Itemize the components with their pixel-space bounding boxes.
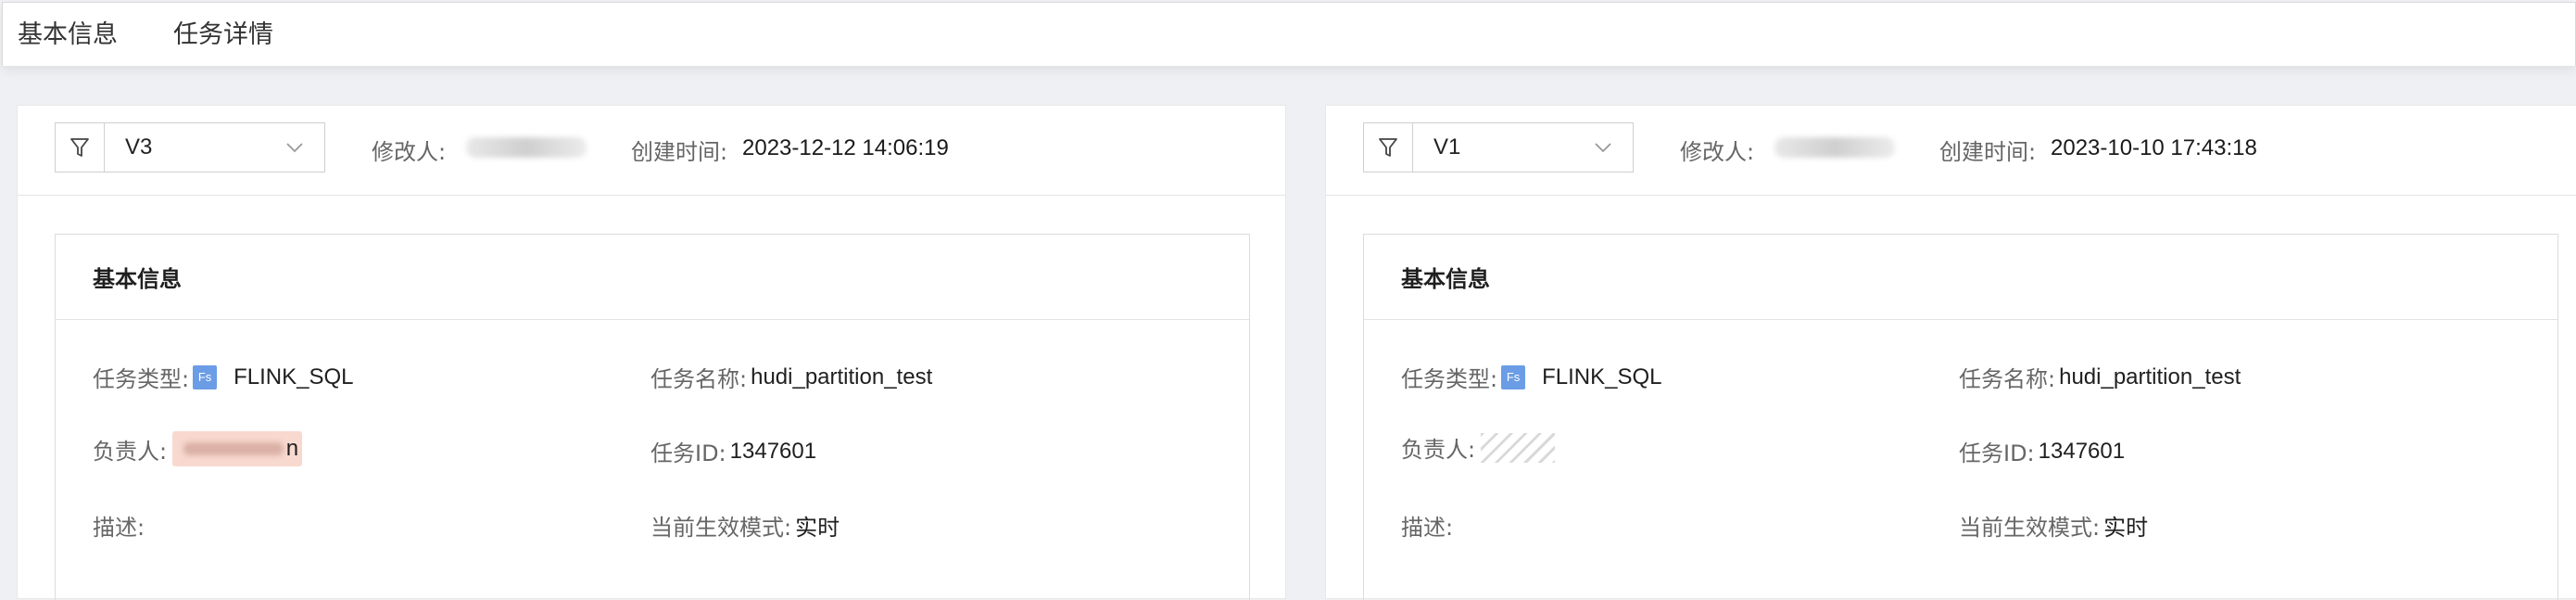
version-value: V1 bbox=[1433, 134, 1461, 160]
description-label: 描述: bbox=[93, 515, 145, 541]
task-name-field: 任务名称: hudi_partition_test bbox=[650, 361, 932, 393]
tab-task-details[interactable]: 任务详情 bbox=[173, 14, 273, 50]
description-label: 描述: bbox=[1401, 515, 1454, 541]
task-id-value: 1347601 bbox=[729, 438, 817, 464]
owner-tail: n bbox=[285, 436, 299, 461]
owner-field: 负责人: bbox=[1401, 431, 1556, 464]
section-title: 基本信息 bbox=[56, 235, 1249, 320]
description-field: 描述: bbox=[93, 509, 145, 542]
task-name-label: 任务名称: bbox=[650, 366, 748, 392]
filter-icon[interactable] bbox=[1364, 123, 1413, 172]
version-value: V3 bbox=[125, 134, 153, 160]
top-tab-bar: 基本信息 任务详情 bbox=[2, 2, 2576, 66]
owner-field: 负责人: n bbox=[93, 431, 303, 466]
created-time-value: 2023-12-12 14:06:19 bbox=[742, 135, 949, 160]
task-type-field: 任务类型: Fs FLINK_SQL bbox=[93, 361, 353, 393]
task-type-value: FLINK_SQL bbox=[234, 364, 354, 389]
mode-label: 当前生效模式: bbox=[650, 515, 792, 541]
created-time-label: 创建时间: bbox=[631, 139, 728, 165]
flink-sql-icon: Fs bbox=[1501, 364, 1526, 389]
task-id-label: 任务ID: bbox=[1959, 440, 2035, 466]
version-panel-right: V1 修改人: 创建时间: 2023-10-10 17:43:18 基本信息 任… bbox=[1325, 105, 2576, 600]
task-id-value: 1347601 bbox=[2038, 438, 2126, 464]
created-time-label: 创建时间: bbox=[1939, 139, 2037, 165]
basic-info-card: 基本信息 任务类型: Fs FLINK_SQL 任务名称: hudi_parti… bbox=[1363, 234, 2558, 600]
task-id-label: 任务ID: bbox=[650, 440, 726, 466]
task-type-label: 任务类型: bbox=[93, 366, 190, 392]
mode-value: 实时 bbox=[2103, 516, 2149, 541]
mode-label: 当前生效模式: bbox=[1959, 515, 2101, 541]
task-name-label: 任务名称: bbox=[1959, 366, 2056, 392]
task-id-field: 任务ID: 1347601 bbox=[1959, 435, 2125, 467]
section-title: 基本信息 bbox=[1364, 235, 2557, 320]
modifier-redacted bbox=[466, 137, 587, 158]
mode-field: 当前生效模式: 实时 bbox=[650, 509, 840, 542]
task-name-value: hudi_partition_test bbox=[751, 364, 933, 389]
created-time-value: 2023-10-10 17:43:18 bbox=[2051, 135, 2257, 160]
mode-field: 当前生效模式: 实时 bbox=[1959, 509, 2148, 542]
task-name-value: hudi_partition_test bbox=[2059, 364, 2241, 389]
chevron-down-icon bbox=[1594, 142, 1612, 153]
chevron-down-icon bbox=[285, 142, 304, 153]
version-panel-left: V3 修改人: 创建时间: 2023-12-12 14:06:19 基本信息 任… bbox=[17, 105, 1286, 600]
version-select[interactable]: V1 bbox=[1363, 122, 1634, 172]
owner-redacted: n bbox=[172, 431, 303, 466]
owner-label: 负责人: bbox=[1401, 437, 1476, 463]
version-select[interactable]: V3 bbox=[55, 122, 325, 172]
tab-basic-info[interactable]: 基本信息 bbox=[18, 14, 118, 50]
modifier-redacted bbox=[1774, 137, 1895, 158]
modifier-label: 修改人: bbox=[372, 139, 447, 165]
version-toolbar: V1 修改人: 创建时间: 2023-10-10 17:43:18 bbox=[1326, 106, 2576, 196]
task-id-field: 任务ID: 1347601 bbox=[650, 435, 816, 467]
mode-value: 实时 bbox=[795, 516, 840, 541]
task-type-label: 任务类型: bbox=[1401, 366, 1498, 392]
description-field: 描述: bbox=[1401, 509, 1453, 542]
task-name-field: 任务名称: hudi_partition_test bbox=[1959, 361, 2241, 393]
modifier-label: 修改人: bbox=[1680, 139, 1755, 165]
task-type-field: 任务类型: Fs FLINK_SQL bbox=[1401, 361, 1661, 393]
version-toolbar: V3 修改人: 创建时间: 2023-12-12 14:06:19 bbox=[18, 106, 1285, 196]
task-type-value: FLINK_SQL bbox=[1542, 364, 1662, 389]
owner-empty-placeholder bbox=[1481, 432, 1556, 463]
basic-info-card: 基本信息 任务类型: Fs FLINK_SQL 任务名称: hudi_parti… bbox=[55, 234, 1250, 600]
flink-sql-icon: Fs bbox=[193, 364, 218, 389]
filter-icon[interactable] bbox=[56, 123, 105, 172]
owner-label: 负责人: bbox=[93, 438, 168, 465]
